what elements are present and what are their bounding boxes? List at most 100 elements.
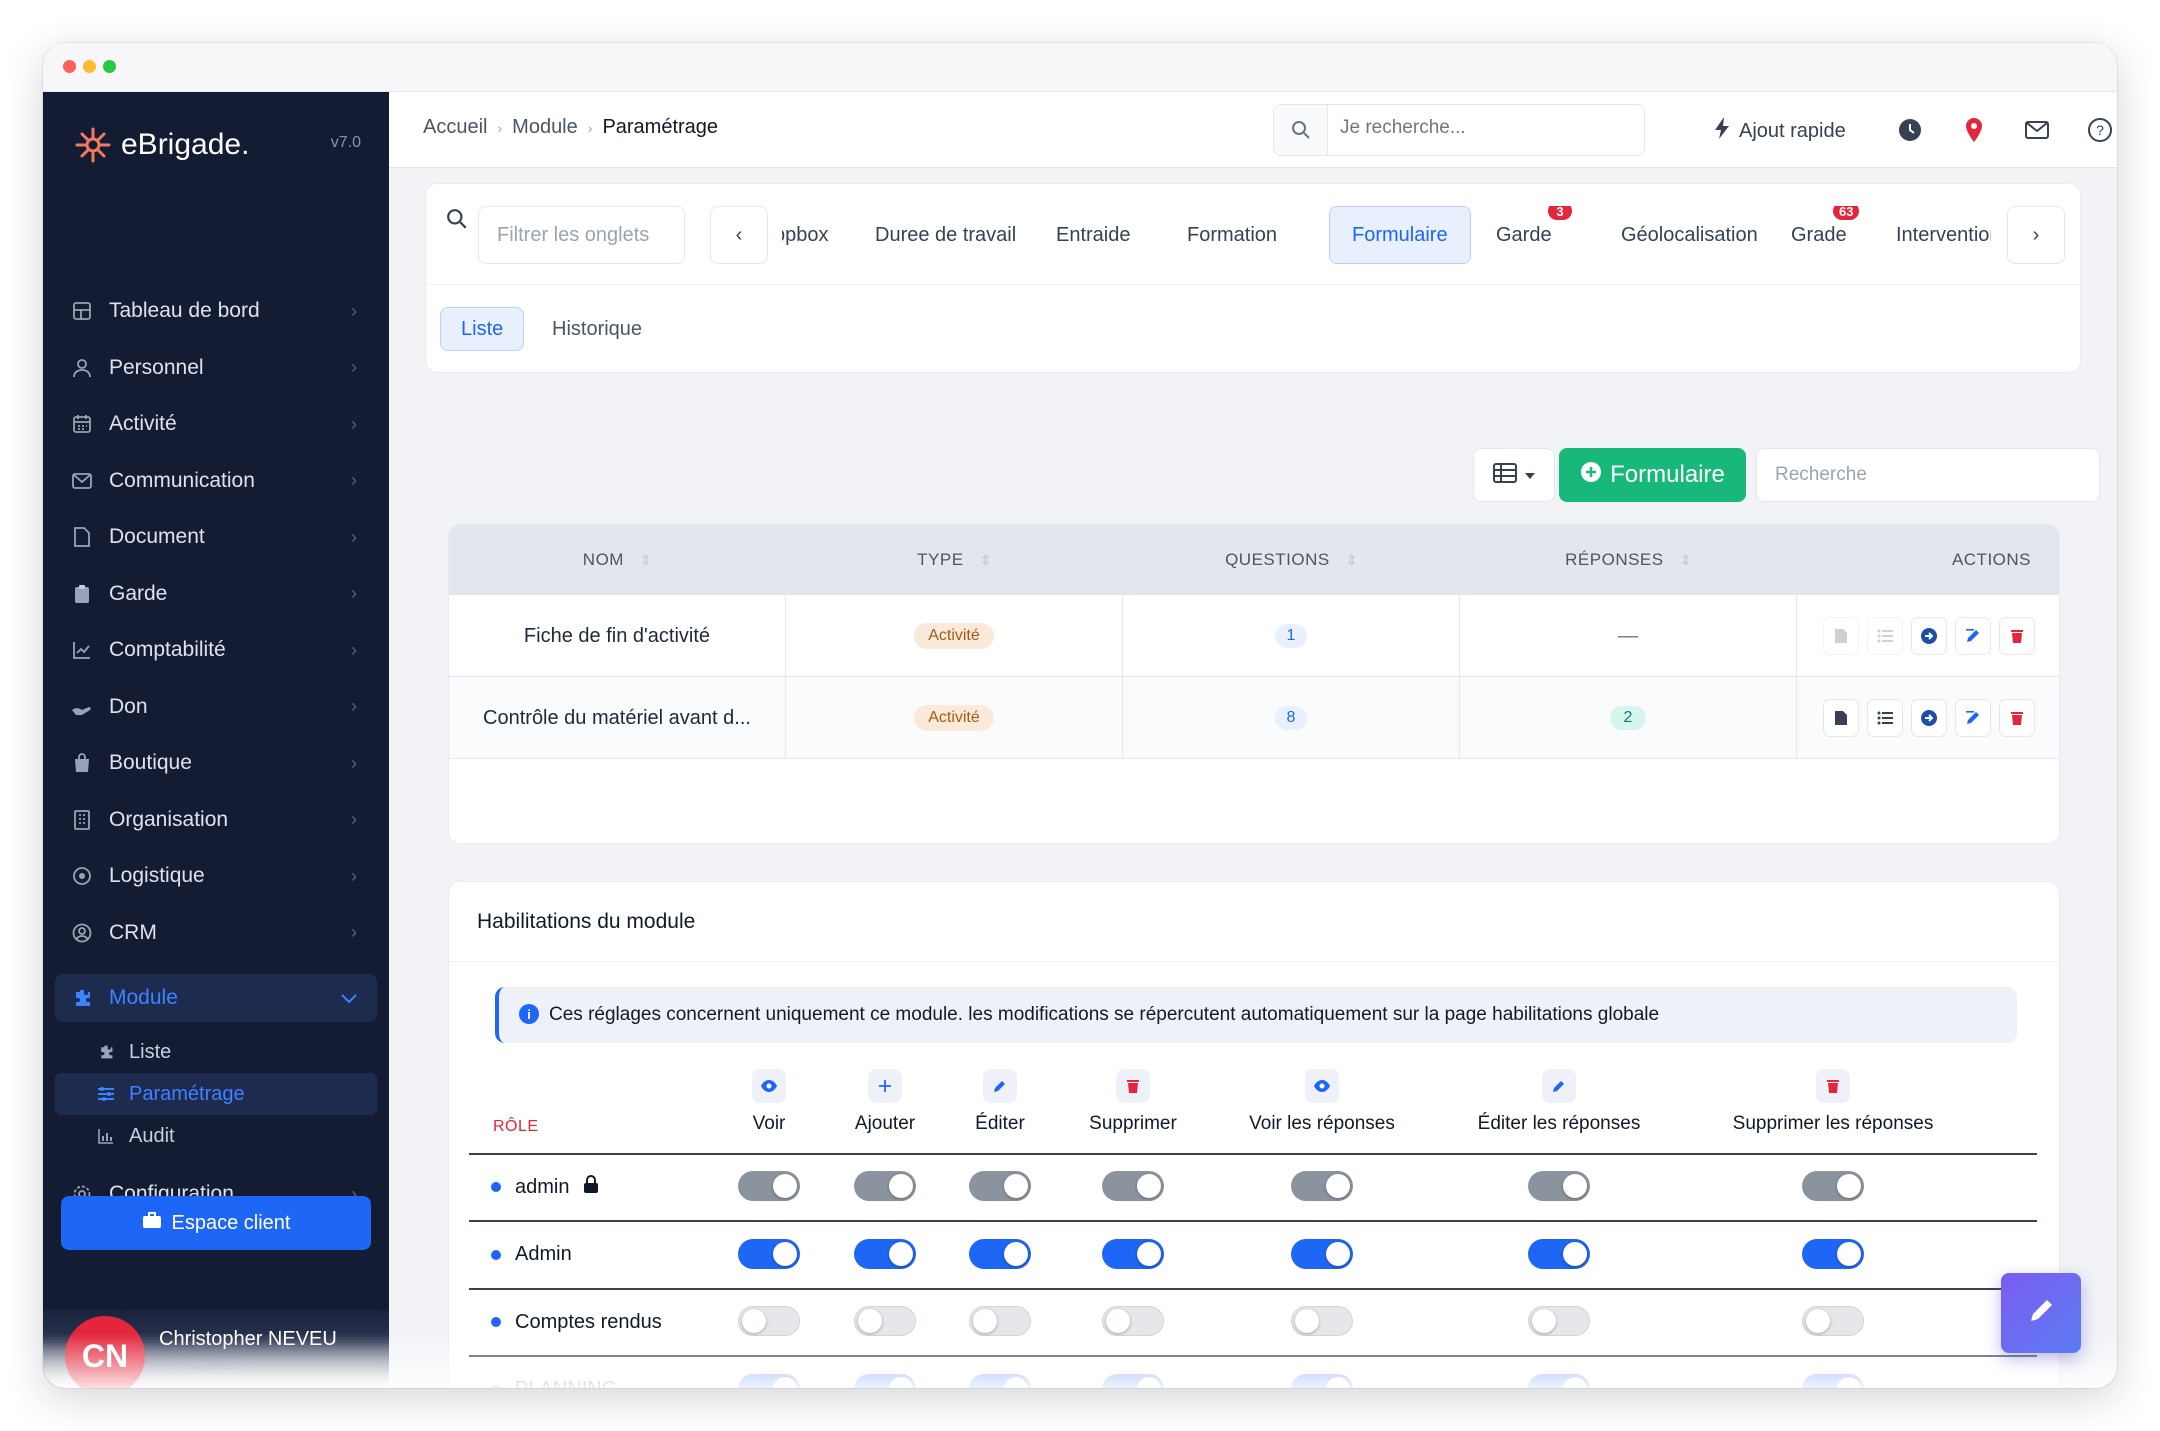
permission-toggle[interactable] bbox=[1528, 1373, 1590, 1388]
tab-formation[interactable]: Formation bbox=[1187, 206, 1277, 264]
permission-header: Voir les réponses bbox=[1222, 1069, 1422, 1135]
tab-entraide[interactable]: Entraide bbox=[1056, 206, 1131, 264]
close-window-button[interactable] bbox=[63, 60, 76, 73]
sidebar-item-logistique[interactable]: Logistique › bbox=[55, 852, 377, 900]
help-icon[interactable]: ? bbox=[2087, 117, 2113, 143]
sidebar-item-boutique[interactable]: Boutique › bbox=[55, 739, 377, 787]
permission-toggle[interactable] bbox=[1102, 1373, 1164, 1388]
sidebar-item-comptabilite[interactable]: Comptabilité › bbox=[55, 626, 377, 674]
permission-toggle[interactable] bbox=[854, 1373, 916, 1388]
sidebar-item-communication[interactable]: Communication › bbox=[55, 457, 377, 505]
permission-toggle[interactable] bbox=[1102, 1238, 1164, 1269]
tab-formulaire[interactable]: Formulaire bbox=[1329, 206, 1471, 264]
edit-button[interactable] bbox=[1955, 617, 1991, 655]
tabs-scroll-right-button[interactable]: › bbox=[2007, 206, 2065, 264]
user-profile[interactable]: CN Christopher NEVEU Indisponible bbox=[43, 1310, 389, 1388]
bullet-icon bbox=[491, 1317, 501, 1327]
subtab-liste[interactable]: Liste bbox=[440, 307, 525, 351]
permission-toggle[interactable] bbox=[1102, 1306, 1164, 1336]
sidebar-item-module[interactable]: Module bbox=[55, 974, 377, 1022]
permission-toggle[interactable] bbox=[1291, 1306, 1353, 1336]
open-button[interactable] bbox=[1911, 699, 1947, 737]
avatar[interactable]: CN bbox=[65, 1316, 145, 1388]
permission-toggle[interactable] bbox=[969, 1306, 1031, 1336]
list-button[interactable] bbox=[1867, 617, 1903, 655]
sidebar-item-don[interactable]: Don › bbox=[55, 683, 377, 731]
topbar: Accueil › Module › Paramétrage Ajout rap… bbox=[389, 92, 2117, 168]
tab-ppbox[interactable]: ppbox bbox=[782, 206, 829, 264]
permission-toggle[interactable] bbox=[1802, 1306, 1864, 1336]
permission-label: Voir bbox=[752, 1113, 786, 1134]
tab-garde[interactable]: Garde 3 bbox=[1496, 206, 1572, 264]
tab-duree-de-travail[interactable]: Duree de travail bbox=[875, 206, 1016, 264]
export-file-button[interactable] bbox=[1823, 617, 1859, 655]
permission-toggle[interactable] bbox=[738, 1238, 800, 1269]
column-view-toggle[interactable] bbox=[1473, 448, 1555, 502]
cell-type: Activité bbox=[786, 595, 1123, 677]
table-search-input[interactable]: Recherche bbox=[1756, 448, 2100, 502]
permission-toggle[interactable] bbox=[738, 1373, 800, 1388]
permission-toggle[interactable] bbox=[854, 1238, 916, 1269]
sidebar-item-personnel[interactable]: Personnel › bbox=[55, 344, 377, 392]
map-pin-icon[interactable] bbox=[1961, 117, 1987, 143]
list-button[interactable] bbox=[1867, 699, 1903, 737]
chevron-right-icon: › bbox=[351, 809, 357, 829]
tab-geolocalisation[interactable]: Géolocalisation bbox=[1621, 206, 1758, 264]
permission-toggle[interactable] bbox=[1802, 1238, 1864, 1269]
table-row[interactable]: Fiche de fin d'activité Activité 1 — bbox=[449, 595, 2059, 677]
permission-toggle[interactable] bbox=[1528, 1306, 1590, 1336]
role-row: Admin bbox=[469, 1223, 2037, 1290]
tab-grade[interactable]: Grade 63 bbox=[1791, 206, 1860, 264]
open-button[interactable] bbox=[1911, 617, 1947, 655]
column-header-reponses[interactable]: RÉPONSES ⇕ bbox=[1460, 525, 1797, 595]
minimize-window-button[interactable] bbox=[83, 60, 96, 73]
filter-tabs-input[interactable]: Filtrer les onglets bbox=[478, 206, 685, 264]
toggle-knob bbox=[773, 1241, 797, 1266]
sidebar-subitem-parametrage[interactable]: Paramétrage bbox=[55, 1073, 377, 1115]
sidebar-subitem-audit[interactable]: Audit bbox=[55, 1115, 377, 1157]
sidebar-item-tableau-de-bord[interactable]: Tableau de bord › bbox=[55, 287, 377, 335]
column-header-questions[interactable]: QUESTIONS ⇕ bbox=[1123, 525, 1460, 595]
logo[interactable]: eBrigade. bbox=[73, 120, 249, 170]
permission-toggle[interactable] bbox=[1291, 1238, 1353, 1269]
permission-toggle[interactable] bbox=[1528, 1238, 1590, 1269]
permission-toggle bbox=[738, 1171, 800, 1201]
table-row[interactable]: Contrôle du matériel avant d... Activité… bbox=[449, 677, 2059, 759]
global-search[interactable] bbox=[1273, 104, 1645, 156]
permission-toggle[interactable] bbox=[854, 1306, 916, 1336]
sidebar-item-document[interactable]: Document › bbox=[55, 513, 377, 561]
tab-label: Garde bbox=[1496, 223, 1552, 246]
sidebar-item-garde[interactable]: Garde › bbox=[55, 570, 377, 618]
toggle-knob bbox=[1806, 1309, 1830, 1333]
mail-icon[interactable] bbox=[2024, 117, 2050, 143]
breadcrumb-accueil[interactable]: Accueil bbox=[423, 116, 487, 139]
global-search-input[interactable] bbox=[1340, 117, 1620, 139]
sidebar-subitem-liste[interactable]: Liste bbox=[55, 1031, 377, 1073]
quick-add-button[interactable]: Ajout rapide bbox=[1713, 116, 1846, 146]
maximize-window-button[interactable] bbox=[103, 60, 116, 73]
sidebar-item-organisation[interactable]: Organisation › bbox=[55, 796, 377, 844]
espace-client-button[interactable]: Espace client bbox=[61, 1196, 371, 1250]
tab-intervention[interactable]: Intervention bbox=[1896, 206, 1991, 264]
column-header-nom[interactable]: NOM ⇕ bbox=[449, 525, 786, 595]
clock-icon[interactable] bbox=[1897, 117, 1923, 143]
feedback-edit-button[interactable] bbox=[2001, 1273, 2081, 1353]
edit-button[interactable] bbox=[1955, 699, 1991, 737]
tab-label: Intervention bbox=[1896, 223, 1991, 246]
permission-toggle[interactable] bbox=[1802, 1373, 1864, 1388]
column-header-type[interactable]: TYPE ⇕ bbox=[786, 525, 1123, 595]
sort-icon: ⇕ bbox=[639, 551, 653, 568]
sidebar-item-crm[interactable]: CRM › bbox=[55, 909, 377, 957]
permission-toggle[interactable] bbox=[969, 1373, 1031, 1388]
export-file-button[interactable] bbox=[1823, 699, 1859, 737]
sidebar-item-activite[interactable]: Activité › bbox=[55, 400, 377, 448]
tabs-scroll-left-button[interactable]: ‹ bbox=[710, 206, 768, 264]
permission-toggle[interactable] bbox=[969, 1238, 1031, 1269]
permission-toggle[interactable] bbox=[738, 1306, 800, 1336]
breadcrumb-module[interactable]: Module bbox=[512, 116, 578, 139]
add-formulaire-button[interactable]: Formulaire bbox=[1559, 448, 1746, 502]
subtab-historique[interactable]: Historique bbox=[552, 307, 642, 351]
delete-button[interactable] bbox=[1999, 617, 2035, 655]
permission-toggle[interactable] bbox=[1291, 1373, 1353, 1388]
delete-button[interactable] bbox=[1999, 699, 2035, 737]
